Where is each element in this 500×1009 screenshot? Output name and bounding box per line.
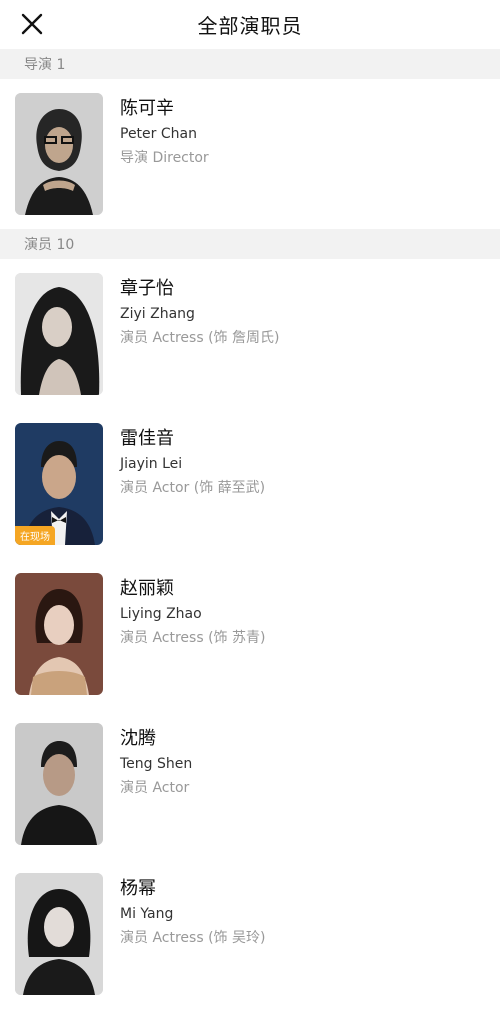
person-name-cn: 雷佳音 (120, 428, 174, 449)
person-name-en: Liying Zhao (120, 606, 202, 622)
person-info: 杨幂 Mi Yang 演员 Actress (饰 吴玲) (120, 877, 265, 948)
person-info: 沈腾 Teng Shen 演员 Actor (120, 727, 192, 798)
avatar: 在现场 (15, 423, 103, 545)
person-name-cn: 杨幂 (120, 878, 156, 899)
person-name-en: Peter Chan (120, 126, 197, 142)
person-name-en: Ziyi Zhang (120, 306, 195, 322)
person-role: 演员 Actress (饰 苏青) (120, 630, 266, 646)
list-item[interactable]: 在现场 雷佳音 Jiayin Lei 演员 Actor (饰 薛至武) (0, 409, 500, 559)
top-bar: 全部演职员 (0, 0, 500, 48)
person-role: 演员 Actor (饰 薛至武) (120, 480, 266, 496)
person-role: 演员 Actress (饰 吴玲) (120, 930, 266, 946)
person-name-cn: 章子怡 (120, 278, 174, 299)
person-info: 陈可辛 Peter Chan 导演 Director (120, 97, 209, 168)
list-item[interactable]: 赵丽颖 Liying Zhao 演员 Actress (饰 苏青) (0, 559, 500, 709)
person-name-cn: 陈可辛 (120, 98, 174, 119)
section-header-actors: 演员 10 (0, 229, 500, 259)
person-name-cn: 沈腾 (120, 728, 156, 749)
page-title: 全部演职员 (197, 13, 303, 38)
person-info: 章子怡 Ziyi Zhang 演员 Actress (饰 詹周氏) (120, 277, 279, 348)
person-info: 赵丽颖 Liying Zhao 演员 Actress (饰 苏青) (120, 577, 265, 648)
avatar (15, 723, 103, 845)
list-item[interactable]: 杨幂 Mi Yang 演员 Actress (饰 吴玲) (0, 859, 500, 1009)
person-name-en: Teng Shen (120, 756, 193, 772)
person-info: 雷佳音 Jiayin Lei 演员 Actor (饰 薛至武) (120, 427, 265, 498)
person-role: 导演 Director (120, 150, 209, 166)
person-name-en: Mi Yang (120, 906, 174, 922)
person-role: 演员 Actor (120, 780, 190, 796)
avatar (15, 273, 103, 395)
list-item[interactable]: 沈腾 Teng Shen 演员 Actor (0, 709, 500, 859)
person-role: 演员 Actress (饰 詹周氏) (120, 330, 280, 346)
section-header-directors: 导演 1 (0, 49, 500, 79)
avatar (15, 93, 103, 215)
list-item[interactable]: 章子怡 Ziyi Zhang 演员 Actress (饰 詹周氏) (0, 259, 500, 409)
avatar (15, 873, 103, 995)
list-item[interactable]: 陈可辛 Peter Chan 导演 Director (0, 79, 500, 229)
person-name-cn: 赵丽颖 (120, 578, 174, 599)
avatar (15, 573, 103, 695)
status-badge: 在现场 (15, 526, 55, 545)
person-name-en: Jiayin Lei (120, 456, 183, 472)
close-icon[interactable] (20, 12, 44, 36)
